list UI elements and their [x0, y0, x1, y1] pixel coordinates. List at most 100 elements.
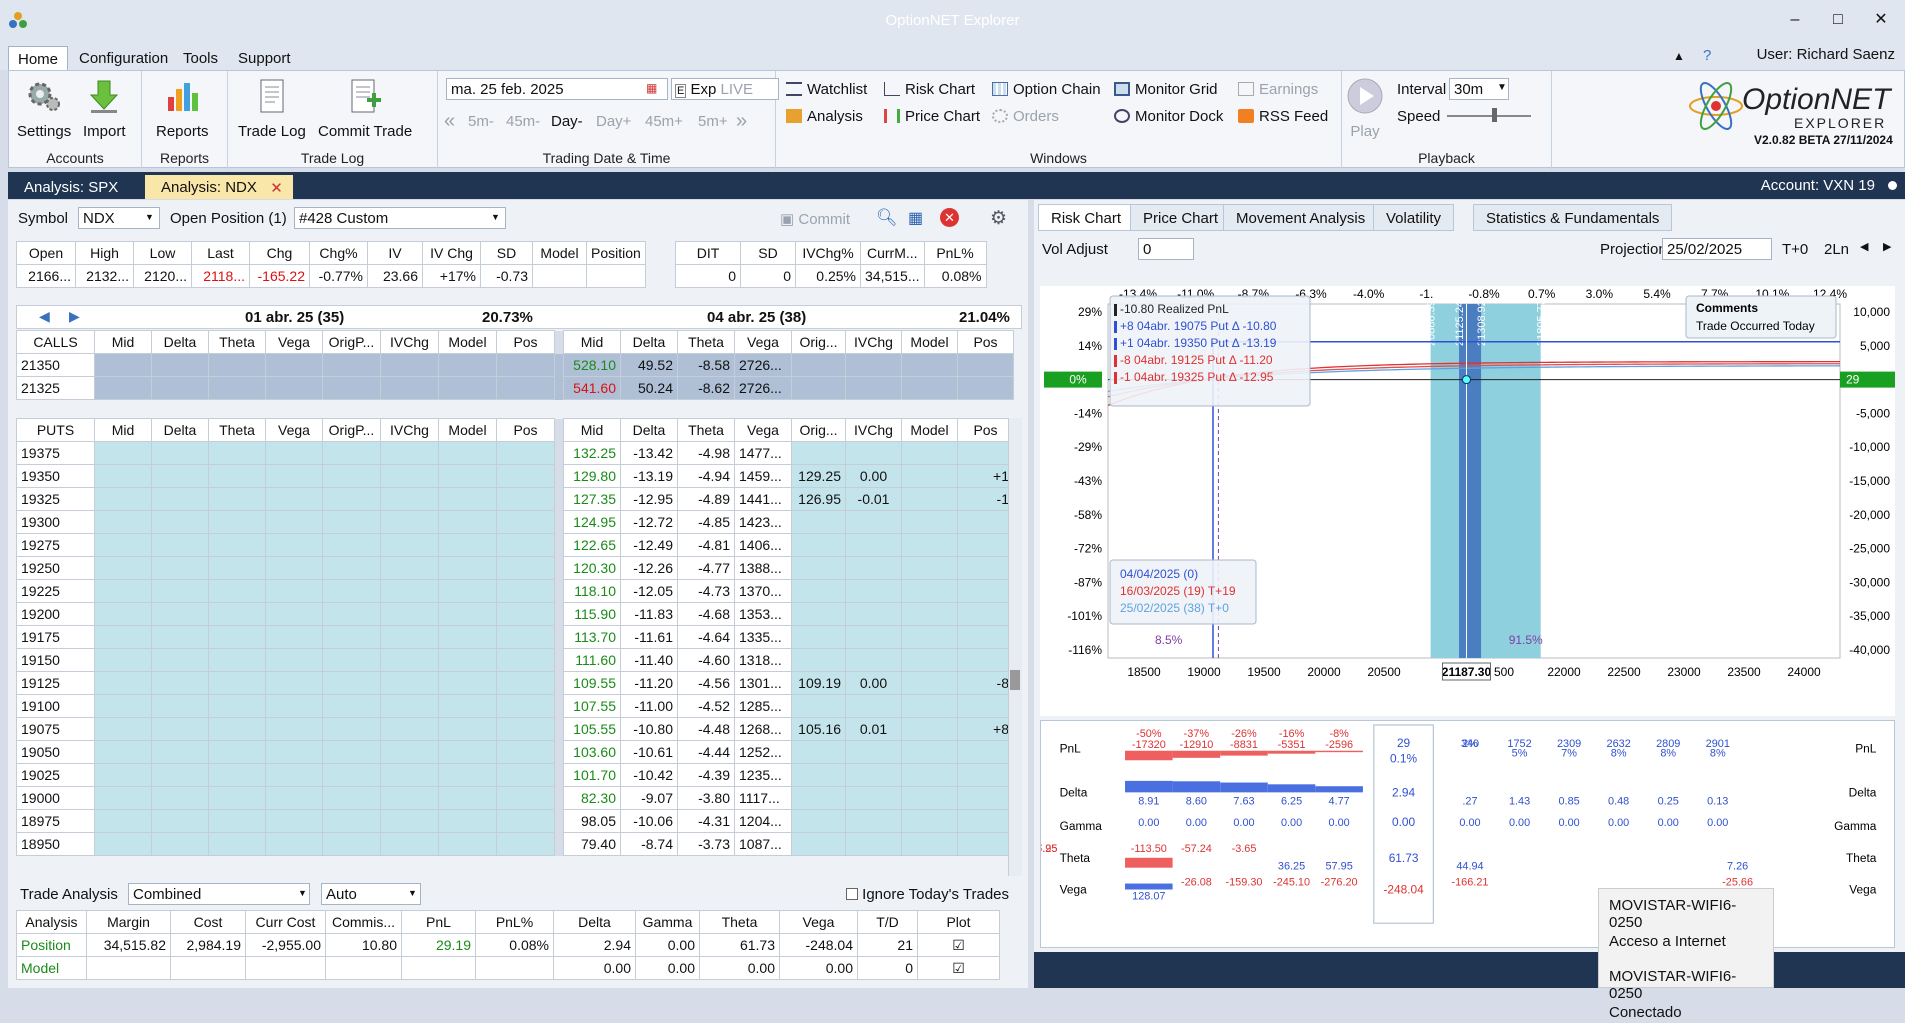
chevron-down-icon[interactable]: ▼ [408, 888, 417, 898]
commit-button[interactable]: ▣ Commit [780, 210, 850, 228]
analysis-mode-select[interactable]: Combined [128, 883, 310, 905]
puts-scrollbar[interactable] [1008, 418, 1022, 876]
table-row[interactable]: 21325 541.60 50.24 -8.62 2726... [16, 376, 1014, 400]
table-row[interactable]: 19150 111.60 -11.40 -4.60 1318... [16, 648, 1014, 672]
menu-home[interactable]: Home [8, 46, 69, 70]
price-chart-button[interactable]: Price Chart [884, 108, 980, 125]
collapse-ribbon-icon[interactable]: ▲ [1673, 49, 1685, 63]
table-row[interactable]: 19075 105.55 -10.80 -4.48 1268... 105.16 0.01 +… [16, 717, 1014, 741]
tab-movement-analysis[interactable]: Movement Analysis [1223, 204, 1379, 231]
table-row[interactable]: 19025 101.70 -10.42 -4.39 1235... [16, 763, 1014, 787]
table-row[interactable]: 18950 79.40 -8.74 -3.73 1087... [16, 832, 1014, 856]
speed-slider-handle[interactable] [1492, 108, 1497, 122]
tab-risk-chart[interactable]: Risk Chart [1038, 204, 1135, 231]
orders-button[interactable]: Orders [992, 108, 1059, 125]
expiry-live-toggle[interactable]: E Exp LIVE [671, 78, 779, 100]
search-icon[interactable]: 🔍︎ [876, 208, 898, 228]
tab-analysis-ndx[interactable]: Analysis: NDX ✕ [145, 175, 293, 199]
table-row[interactable]: 19050 103.60 -10.61 -4.44 1252... [16, 740, 1014, 764]
chevron-down-icon[interactable]: ▼ [1497, 82, 1507, 93]
calendar-icon[interactable]: ▦ [646, 81, 657, 95]
reports-button[interactable]: Reports [156, 77, 209, 140]
puts-scrollbar-thumb[interactable] [1010, 670, 1020, 690]
table-row[interactable]: 19225 118.10 -12.05 -4.73 1370... [16, 579, 1014, 603]
fast-forward-icon[interactable]: » [736, 110, 747, 133]
tab-volatility[interactable]: Volatility [1373, 204, 1455, 231]
chevron-down-icon[interactable]: ▼ [491, 212, 500, 222]
trading-date-group: ma. 25 feb. 2025 ▦ E Exp LIVE « 5m- 45m-… [438, 71, 779, 169]
ignore-today-checkbox[interactable]: Ignore Today's Trades [846, 886, 1009, 903]
minimize-button[interactable]: – [1780, 8, 1810, 32]
accounts-group: Settings Import Accounts [9, 71, 142, 169]
table-row[interactable]: 19175 113.70 -11.61 -4.64 1335... [16, 625, 1014, 649]
risk-chart[interactable]: 20888.39 21125.24 21308.92 21805.77 29% 10,00… [1040, 286, 1895, 716]
step-5m-forward[interactable]: 5m+ [698, 113, 728, 130]
tab-price-chart[interactable]: Price Chart [1130, 204, 1232, 231]
auto-select[interactable]: Auto [321, 883, 421, 905]
next-icon[interactable]: ▶ [1883, 240, 1891, 253]
table-row[interactable]: 19325 127.35 -12.95 -4.89 1441... 126.95 -0.01… [16, 487, 1014, 511]
settings-button[interactable]: Settings [17, 77, 71, 140]
table-row[interactable]: 19000 82.30 -9.07 -3.80 1117... [16, 786, 1014, 810]
step-45m-forward[interactable]: 45m+ [645, 113, 683, 130]
table-row[interactable]: 19350 129.80 -13.19 -4.94 1459... 129.25 0.00 +… [16, 464, 1014, 488]
risk-chart-button[interactable]: Risk Chart [884, 81, 975, 98]
step-5m-back[interactable]: 5m- [468, 113, 494, 130]
monitor-grid-button[interactable]: Monitor Grid [1114, 81, 1218, 98]
chevron-down-icon[interactable]: ▼ [145, 212, 154, 222]
projection-date-input[interactable]: 25/02/2025 [1662, 238, 1772, 260]
close-button[interactable]: ✕ [1866, 8, 1896, 32]
gamma-value: 0.00 [1329, 817, 1350, 829]
menu-tools[interactable]: Tools [174, 46, 227, 70]
help-icon[interactable]: ? [1703, 47, 1711, 64]
monitor-dock-button[interactable]: Monitor Dock [1114, 108, 1223, 125]
analysis-button[interactable]: Analysis [786, 108, 863, 125]
open-position-select[interactable]: #428 Custom [294, 207, 506, 229]
delta-right-value: 0.25 [1658, 795, 1679, 807]
next-expiration-icon[interactable]: ▶ [69, 308, 80, 325]
step-day-back[interactable]: Day- [551, 113, 583, 130]
option-chain-button[interactable]: Option Chain [992, 81, 1101, 98]
grid-view-icon[interactable]: ▦ [908, 208, 923, 228]
svg-text:61.73: 61.73 [1389, 851, 1419, 865]
table-row[interactable]: 18975 98.05 -10.06 -4.31 1204... [16, 809, 1014, 833]
close-tab-icon[interactable]: ✕ [270, 179, 283, 197]
table-row[interactable]: 19200 115.90 -11.83 -4.68 1353... [16, 602, 1014, 626]
prev-icon[interactable]: ◀ [1860, 240, 1868, 253]
menu-support[interactable]: Support [229, 46, 300, 70]
delete-icon[interactable]: ✕ [940, 208, 959, 227]
step-45m-back[interactable]: 45m- [506, 113, 540, 130]
vol-adjust-input[interactable]: 0 [1138, 238, 1194, 260]
trading-date-input[interactable]: ma. 25 feb. 2025 [446, 78, 668, 100]
greek-row-label: Gamma [1060, 819, 1103, 833]
tab-analysis-spx[interactable]: Analysis: SPX [8, 175, 134, 199]
table-row[interactable]: 19275 122.65 -12.49 -4.81 1406... [16, 533, 1014, 557]
speed-slider[interactable] [1447, 115, 1531, 117]
table-row[interactable]: Position 34,515.82 2,984.19 -2,955.00 10.80 2… [16, 933, 1000, 957]
commit-trade-button[interactable]: Commit Trade [318, 77, 412, 140]
table-row[interactable]: Model 0.00 0.00 0.00 0.00 0 ☑ [16, 956, 1000, 980]
table-row[interactable]: 19125 109.55 -11.20 -4.56 1301... 109.19 0.00-… [16, 671, 1014, 695]
earnings-button[interactable]: Earnings [1238, 81, 1318, 98]
table-row[interactable]: 19100 107.55 -11.00 -4.52 1285... [16, 694, 1014, 718]
table-row[interactable]: 19300 124.95 -12.72 -4.85 1423... [16, 510, 1014, 534]
rss-feed-button[interactable]: RSS Feed [1238, 108, 1328, 125]
chevron-down-icon[interactable]: ▼ [298, 888, 307, 898]
prev-expiration-icon[interactable]: ◀ [39, 308, 50, 325]
watchlist-button[interactable]: Watchlist [786, 81, 867, 98]
theta-value-positive: 36.25 [1278, 861, 1305, 873]
step-day-forward[interactable]: Day+ [596, 113, 631, 130]
maximize-button[interactable]: □ [1823, 8, 1853, 32]
trade-log-button[interactable]: Trade Log [238, 77, 306, 140]
gear-icon[interactable]: ⚙ [990, 207, 1007, 230]
table-row[interactable]: 19250 120.30 -12.26 -4.77 1388... [16, 556, 1014, 580]
rewind-icon[interactable]: « [444, 110, 455, 133]
import-button[interactable]: Import [83, 77, 126, 140]
play-button[interactable]: Play [1346, 77, 1384, 140]
tab-statistics-fundamentals[interactable]: Statistics & Fundamentals [1473, 204, 1673, 231]
right-prob-label: 91.5% [1509, 633, 1543, 647]
table-row[interactable]: 21350 528.10 49.52 -8.58 2726... [16, 353, 1014, 377]
wifi-popup[interactable]: MOVISTAR-WIFI6-0250 Acceso a Internet MO… [1598, 888, 1774, 1021]
table-row[interactable]: 19375 132.25 -13.42 -4.98 1477... [16, 441, 1014, 465]
menu-configuration[interactable]: Configuration [70, 46, 177, 70]
